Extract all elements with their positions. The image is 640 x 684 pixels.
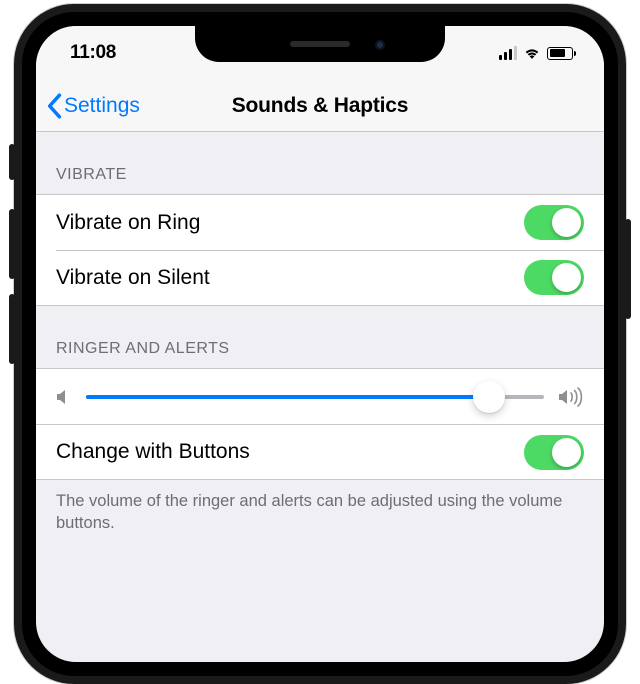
status-time: 11:08 [70,42,116,64]
slider-thumb[interactable] [473,381,505,413]
back-label: Settings [64,94,140,118]
front-camera [375,40,385,50]
wifi-icon [523,46,541,60]
battery-icon [547,47,576,60]
notch [195,26,445,62]
volume-up-button [9,209,15,279]
chevron-left-icon [46,93,62,119]
ringer-group: Change with Buttons [36,368,604,480]
phone-bezel: 11:08 [14,4,626,684]
vibrate-group: Vibrate on Ring Vibrate on Silent [36,194,604,306]
section-header-ringer: Ringer and Alerts [36,306,604,368]
row-vibrate-on-silent[interactable]: Vibrate on Silent [36,250,604,306]
back-button[interactable]: Settings [46,93,140,119]
section-header-vibrate: Vibrate [36,132,604,194]
volume-down-button [9,294,15,364]
earpiece [290,41,350,47]
row-label: Vibrate on Silent [56,266,524,290]
page-title: Sounds & Haptics [232,94,409,118]
toggle-change-with-buttons[interactable] [524,435,584,470]
row-label: Vibrate on Ring [56,211,524,235]
nav-bar: Settings Sounds & Haptics [36,80,604,132]
screen: 11:08 [36,26,604,662]
side-button [625,219,631,319]
speaker-max-icon [558,387,584,407]
row-label: Change with Buttons [56,440,524,464]
speaker-min-icon [56,388,72,406]
cellular-signal-icon [499,46,518,60]
toggle-vibrate-on-silent[interactable] [524,260,584,295]
section-footer-ringer: The volume of the ringer and alerts can … [36,480,604,555]
mute-switch [9,144,15,180]
row-vibrate-on-ring[interactable]: Vibrate on Ring [36,194,604,250]
volume-slider[interactable] [86,395,544,399]
row-change-with-buttons[interactable]: Change with Buttons [36,424,604,480]
status-indicators [499,46,577,60]
row-ringer-volume[interactable] [36,368,604,424]
toggle-vibrate-on-ring[interactable] [524,205,584,240]
